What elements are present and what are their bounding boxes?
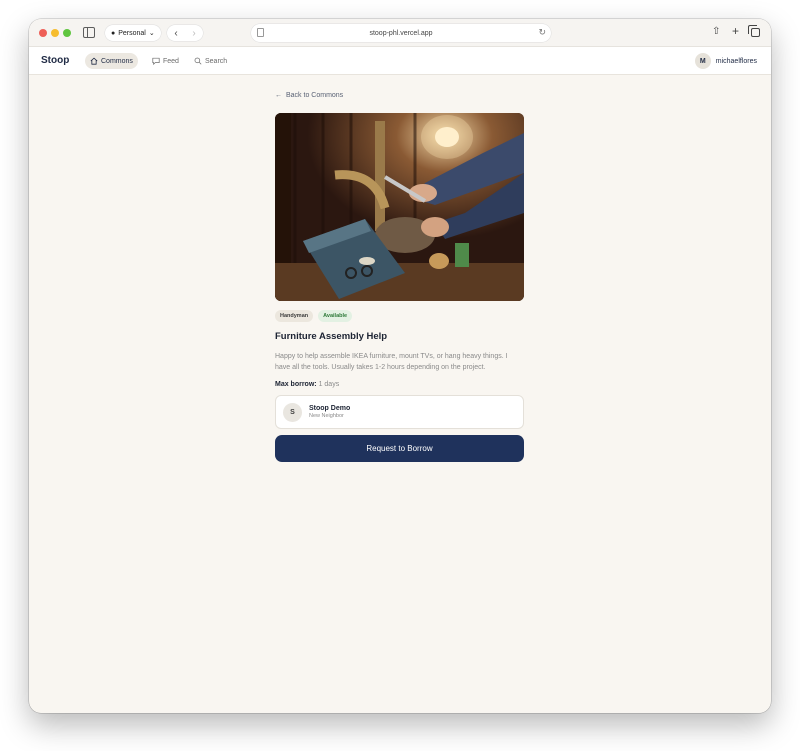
max-borrow-label: Max borrow: (275, 381, 317, 388)
back-link[interactable]: ← Back to Commons (275, 89, 525, 101)
forward-arrow-icon[interactable]: › (192, 28, 195, 39)
person-icon: ● (111, 29, 116, 37)
nav-item-label: Commons (101, 57, 133, 65)
sidebar-toggle-icon[interactable] (83, 27, 95, 38)
owner-info: Stoop Demo New Neighbor (309, 405, 350, 419)
plumbing-photo-icon (275, 113, 524, 301)
avatar: S (283, 402, 302, 422)
browser-window: ● Personal ⌄ ‹ › stoop-phl.vercel.app ↻ … (29, 19, 771, 713)
max-borrow-value: 1 days (318, 381, 340, 388)
history-nav: ‹ › (167, 25, 203, 41)
minimize-window-button[interactable] (51, 29, 59, 37)
owner-card[interactable]: S Stoop Demo New Neighbor (275, 395, 524, 429)
search-icon (194, 57, 202, 65)
profile-button[interactable]: ● Personal ⌄ (105, 25, 161, 41)
share-icon[interactable]: ⇧ (712, 26, 720, 37)
item-detail: ← Back to Commons Handyman Available Fur… (275, 89, 525, 462)
chat-icon (152, 57, 160, 65)
owner-role: New Neighbor (309, 413, 344, 419)
brand-logo[interactable]: Stoop (41, 55, 69, 66)
item-photo (275, 113, 524, 301)
home-icon (90, 57, 98, 65)
profile-label: Personal (118, 29, 146, 37)
tab-overview-icon[interactable] (748, 25, 760, 37)
browser-titlebar: ● Personal ⌄ ‹ › stoop-phl.vercel.app ↻ … (29, 19, 771, 47)
item-description: Happy to help assemble IKEA furniture, m… (275, 353, 508, 371)
back-link-label: Back to Commons (286, 91, 344, 99)
arrow-left-icon: ← (275, 91, 282, 99)
max-borrow: Max borrow: 1 days (275, 381, 525, 388)
nav-item-feed[interactable]: Feed (147, 53, 184, 69)
status-badge: Available (318, 310, 353, 322)
nav-item-label: Feed (163, 57, 179, 65)
address-bar[interactable]: stoop-phl.vercel.app ↻ (251, 24, 551, 42)
site-settings-icon[interactable] (257, 28, 264, 37)
avatar: M (694, 53, 711, 69)
url-text: stoop-phl.vercel.app (369, 29, 433, 37)
request-to-borrow-button[interactable]: Request to Borrow (275, 435, 524, 462)
item-title: Furniture Assembly Help (275, 331, 388, 342)
zoom-window-button[interactable] (63, 29, 71, 37)
back-arrow-icon[interactable]: ‹ (174, 28, 177, 39)
item-badges: Handyman Available (275, 310, 525, 322)
new-tab-icon[interactable]: + (732, 24, 739, 38)
owner-name: Stoop Demo (309, 405, 351, 412)
app-navbar: Stoop Commons Feed Search M michaelflore… (29, 47, 771, 75)
nav-item-label: Search (205, 57, 228, 65)
reload-icon[interactable]: ↻ (538, 27, 546, 38)
close-window-button[interactable] (39, 29, 47, 37)
nav-item-search[interactable]: Search (189, 53, 232, 69)
category-badge: Handyman (275, 310, 314, 322)
chevron-down-icon: ⌄ (148, 30, 155, 37)
nav-item-commons[interactable]: Commons (85, 53, 138, 69)
user-menu[interactable]: M michaelflores (694, 53, 757, 69)
username: michaelflores (715, 57, 757, 65)
